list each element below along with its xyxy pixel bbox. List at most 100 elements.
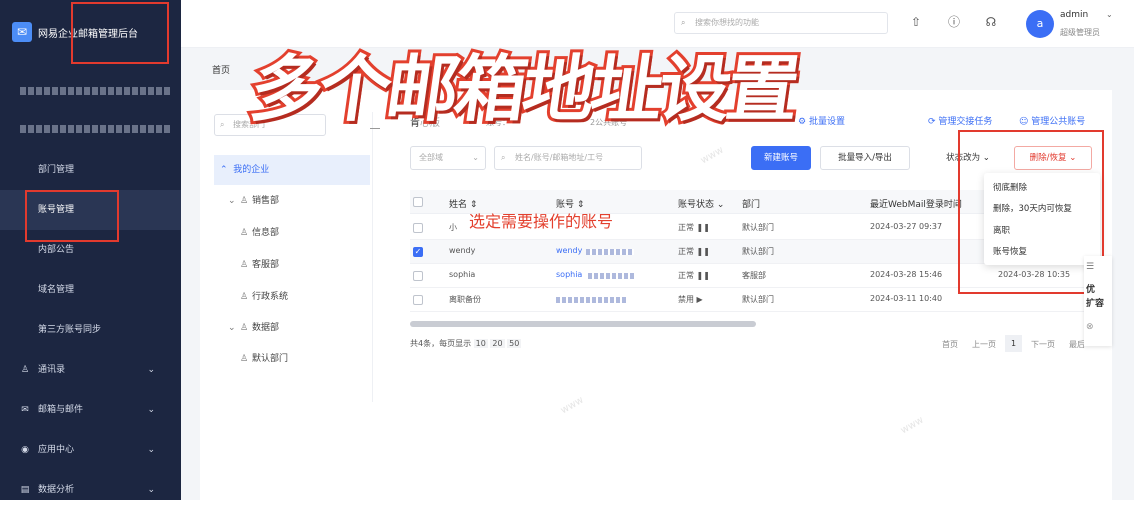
tree-root-label: 我的企业 [233, 165, 270, 175]
tree-node-label: 数据部 [252, 323, 280, 333]
tree-root[interactable]: ⌃ 我的企业 [214, 155, 370, 185]
page-size-option[interactable]: 20 [490, 339, 505, 348]
handover-tasks-link[interactable]: ⟳ 管理交接任务 [928, 114, 992, 127]
tree-node[interactable]: ♙ 信息部 [240, 225, 279, 241]
search-icon: ⌕ [501, 153, 506, 162]
sidebar-group-label: 应用中心 [38, 445, 75, 455]
last-page-button[interactable]: 最后 [1069, 339, 1085, 350]
help-icon[interactable]: ⓘ [946, 14, 962, 30]
chevron-down-icon: ⌄ [228, 323, 236, 333]
batch-import-export-button[interactable]: 批量导入/导出 [820, 146, 910, 170]
chevron-down-icon: ⌄ [472, 153, 479, 162]
mail-icon: ✉ [21, 405, 29, 415]
batch-settings-link[interactable]: ⚙ 批量设置 [798, 114, 845, 127]
chevron-down-icon: ⌄ [147, 485, 155, 495]
row-checkbox[interactable]: ✓ [413, 247, 423, 257]
sidebar: ✉ 网易企业邮箱管理后台 部门管理 账号管理 内部公告 域名管理 第三方账号同步… [0, 0, 181, 500]
horizontal-scrollbar[interactable] [410, 321, 756, 327]
cell-dept: 默认部门 [742, 247, 774, 256]
expand-label[interactable]: 扩容 [1086, 296, 1104, 309]
search-placeholder: 搜索你想找的功能 [695, 18, 759, 27]
row-checkbox[interactable] [413, 223, 423, 233]
mail-logo-icon: ✉ [12, 22, 32, 42]
sidebar-group-label: 邮箱与邮件 [38, 405, 84, 415]
chevron-down-icon: ⌄ [147, 445, 155, 455]
new-account-button[interactable]: 新建账号 [751, 146, 811, 170]
page-size-option[interactable]: 10 [473, 339, 488, 348]
annotation-text: 选定需要操作的账号 [469, 212, 614, 231]
tree-node[interactable]: ♙ 默认部门 [240, 351, 288, 367]
row-checkbox[interactable] [413, 295, 423, 305]
sidebar-group-label: 通讯录 [38, 365, 66, 375]
search-icon: ⌕ [220, 120, 225, 129]
page-number[interactable]: 1 [1005, 335, 1022, 352]
sidebar-item-dept[interactable]: 部门管理 [0, 150, 181, 190]
sidebar-group-apps[interactable]: ◉ 应用中心 ⌄ [0, 430, 181, 470]
dept-icon: ♙ [240, 228, 249, 238]
dept-icon: ♙ [240, 292, 249, 302]
cell-status: 正常 ❚❚ [678, 247, 710, 256]
dept-icon: ♙ [240, 196, 249, 206]
highlight-box [958, 130, 1104, 294]
blurred-value [586, 249, 634, 255]
highlight-box [25, 190, 119, 242]
cell-account[interactable]: wendy [556, 246, 582, 255]
caret-up-icon: ⌃ [220, 165, 228, 175]
prev-page-button[interactable]: 上一页 [972, 339, 996, 350]
overlay-title: 多个邮箱地址设置 [242, 44, 804, 134]
sidebar-item-third-party[interactable]: 第三方账号同步 [0, 310, 181, 350]
tree-node[interactable]: ♙ 客服部 [240, 257, 279, 273]
row-checkbox[interactable] [413, 271, 423, 281]
cell-status: 禁用 ▶ [678, 295, 703, 304]
column-header-status[interactable]: 账号状态 ⌄ [678, 197, 724, 210]
chevron-down-icon: ⌄ [147, 405, 155, 415]
sidebar-group-mail[interactable]: ✉ 邮箱与邮件 ⌄ [0, 390, 181, 430]
headset-icon[interactable]: ☊ [983, 14, 999, 30]
optimize-label[interactable]: 优 [1086, 282, 1095, 295]
cell-login-time: 2024-03-27 09:37 [870, 222, 943, 231]
sidebar-group-contacts[interactable]: ♙ 通讯录 ⌄ [0, 350, 181, 390]
sidebar-item-domain[interactable]: 域名管理 [0, 270, 181, 310]
upgrade-icon[interactable]: ⇧ [908, 14, 924, 30]
play-icon: ▶ [696, 295, 703, 304]
tree-node-label: 信息部 [252, 228, 280, 238]
blurred-menu-item [20, 87, 170, 95]
cell-login-time: 2024-03-28 15:46 [870, 270, 943, 279]
sidebar-group-analytics[interactable]: ▤ 数据分析 ⌄ [0, 470, 181, 510]
chevron-down-icon[interactable]: ⌄ [1106, 10, 1113, 19]
select-all-checkbox[interactable] [413, 197, 423, 207]
first-page-button[interactable]: 首页 [942, 339, 958, 350]
pause-icon: ❚❚ [696, 247, 710, 256]
cell-status: 正常 ❚❚ [678, 271, 710, 280]
apps-icon: ◉ [21, 445, 29, 455]
user-name[interactable]: admin [1060, 10, 1088, 20]
page-size-option[interactable]: 50 [507, 339, 522, 348]
sidebar-group-label: 数据分析 [38, 485, 75, 495]
blurred-menu-item [20, 125, 170, 133]
column-header-login-time[interactable]: 最近WebMail登录时间 [870, 197, 962, 210]
tree-node-label: 默认部门 [252, 354, 289, 364]
account-search-input[interactable]: ⌕ 姓名/账号/邮箱地址/工号 [494, 146, 642, 170]
contacts-icon: ♙ [20, 365, 30, 375]
user-circle-icon: ☺ [1019, 117, 1029, 127]
cell-status: 正常 ❚❚ [678, 223, 710, 232]
cell-account[interactable]: sophia [556, 270, 582, 279]
tree-node[interactable]: ⌄ ♙ 数据部 [228, 320, 279, 336]
breadcrumb[interactable]: 首页 [212, 63, 230, 76]
cell-name: sophia [449, 270, 476, 279]
tree-node[interactable]: ⌄ ♙ 销售部 [228, 193, 279, 209]
close-icon[interactable]: ⊗ [1086, 322, 1094, 332]
dept-icon: ♙ [240, 323, 249, 333]
domain-select[interactable]: 全部域 ⌄ [410, 146, 486, 170]
tree-node[interactable]: ♙ 行政系统 [240, 289, 288, 305]
cell-dept: 客服部 [742, 271, 766, 280]
pause-icon: ❚❚ [696, 223, 710, 232]
chevron-down-icon: ⌄ [228, 196, 236, 206]
public-accounts-link[interactable]: ☺ 管理公共账号 [1019, 114, 1085, 127]
avatar[interactable]: a [1026, 10, 1054, 38]
tree-node-label: 客服部 [252, 260, 280, 270]
user-role: 超级管理员 [1060, 28, 1100, 37]
layers-icon[interactable]: ☰ [1086, 262, 1094, 272]
next-page-button[interactable]: 下一页 [1031, 339, 1055, 350]
cell-name: 离职备份 [449, 295, 481, 304]
